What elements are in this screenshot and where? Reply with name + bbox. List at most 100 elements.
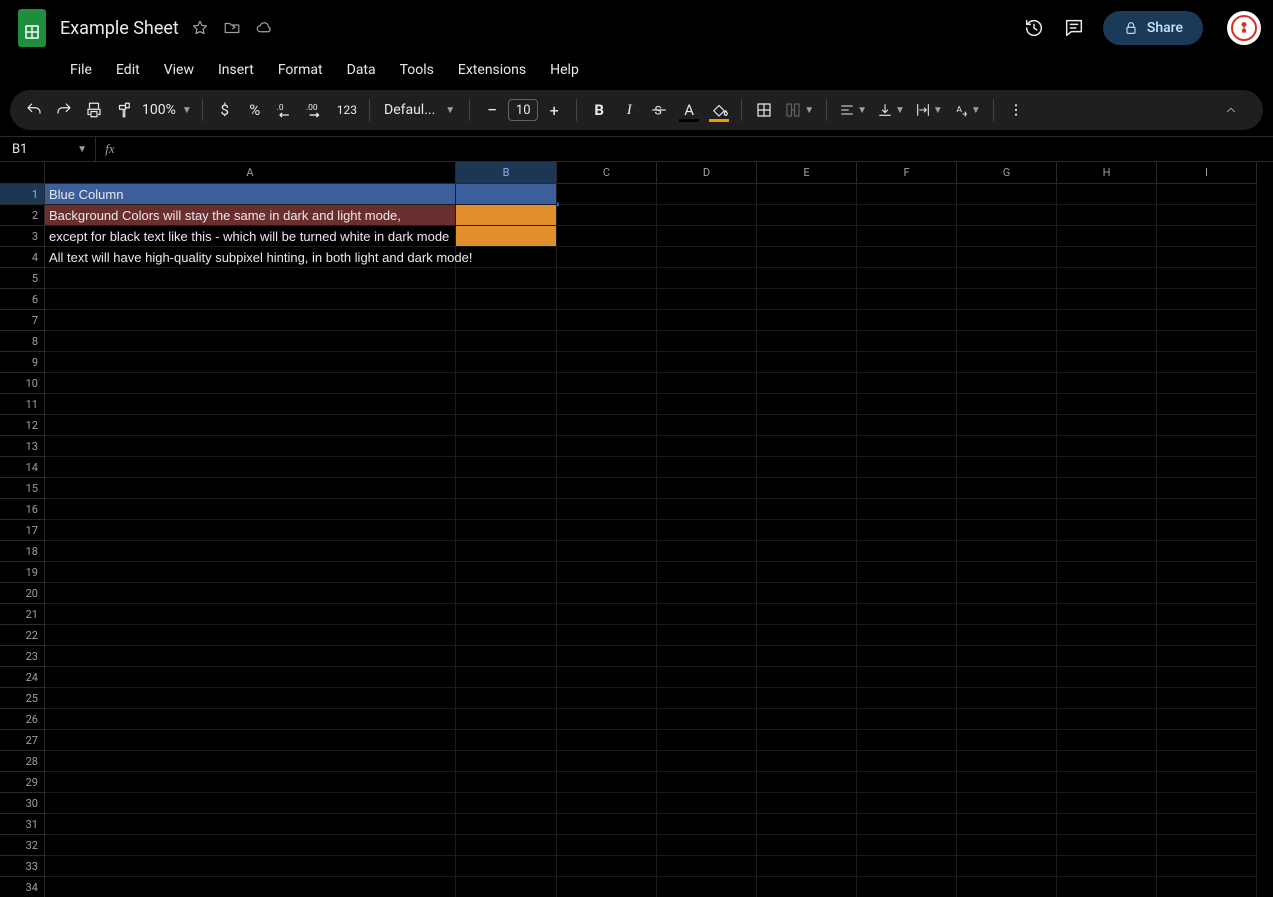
cell-C25[interactable] bbox=[557, 688, 657, 709]
document-title[interactable]: Example Sheet bbox=[60, 18, 179, 39]
share-button[interactable]: Share bbox=[1103, 11, 1203, 45]
cell-H27[interactable] bbox=[1057, 730, 1157, 751]
history-icon[interactable] bbox=[1023, 17, 1045, 39]
cell-H7[interactable] bbox=[1057, 310, 1157, 331]
cell-H30[interactable] bbox=[1057, 793, 1157, 814]
row-header-14[interactable]: 14 bbox=[0, 457, 45, 478]
cell-D6[interactable] bbox=[657, 289, 757, 310]
cell-D32[interactable] bbox=[657, 835, 757, 856]
cell-A18[interactable] bbox=[45, 541, 456, 562]
cell-I20[interactable] bbox=[1157, 583, 1257, 604]
cell-H21[interactable] bbox=[1057, 604, 1157, 625]
cell-B24[interactable] bbox=[456, 667, 557, 688]
menu-view[interactable]: View bbox=[154, 58, 204, 82]
paint-format-button[interactable] bbox=[110, 96, 138, 124]
cell-E8[interactable] bbox=[757, 331, 857, 352]
text-color-button[interactable]: A bbox=[675, 96, 703, 124]
italic-button[interactable]: I bbox=[615, 96, 643, 124]
cell-C5[interactable] bbox=[557, 268, 657, 289]
row-header-15[interactable]: 15 bbox=[0, 478, 45, 499]
cell-F17[interactable] bbox=[857, 520, 957, 541]
cell-H14[interactable] bbox=[1057, 457, 1157, 478]
currency-button[interactable]: $ bbox=[211, 96, 239, 124]
menu-help[interactable]: Help bbox=[540, 58, 589, 82]
row-header-32[interactable]: 32 bbox=[0, 835, 45, 856]
decrease-font-size-button[interactable]: − bbox=[478, 96, 506, 124]
cell-F14[interactable] bbox=[857, 457, 957, 478]
row-header-24[interactable]: 24 bbox=[0, 667, 45, 688]
cell-I32[interactable] bbox=[1157, 835, 1257, 856]
cell-F21[interactable] bbox=[857, 604, 957, 625]
cell-E12[interactable] bbox=[757, 415, 857, 436]
cell-G26[interactable] bbox=[957, 709, 1057, 730]
cell-E32[interactable] bbox=[757, 835, 857, 856]
cell-B29[interactable] bbox=[456, 772, 557, 793]
cell-H17[interactable] bbox=[1057, 520, 1157, 541]
cell-C10[interactable] bbox=[557, 373, 657, 394]
cell-C27[interactable] bbox=[557, 730, 657, 751]
cell-D25[interactable] bbox=[657, 688, 757, 709]
cell-G15[interactable] bbox=[957, 478, 1057, 499]
cell-E34[interactable] bbox=[757, 877, 857, 897]
cell-B2[interactable] bbox=[456, 205, 557, 226]
cell-H24[interactable] bbox=[1057, 667, 1157, 688]
cell-H18[interactable] bbox=[1057, 541, 1157, 562]
cell-G29[interactable] bbox=[957, 772, 1057, 793]
cell-F10[interactable] bbox=[857, 373, 957, 394]
cell-E21[interactable] bbox=[757, 604, 857, 625]
cell-I17[interactable] bbox=[1157, 520, 1257, 541]
cell-D29[interactable] bbox=[657, 772, 757, 793]
cell-B5[interactable] bbox=[456, 268, 557, 289]
row-header-4[interactable]: 4 bbox=[0, 247, 45, 268]
fill-color-button[interactable] bbox=[705, 96, 733, 124]
cell-D7[interactable] bbox=[657, 310, 757, 331]
cell-H5[interactable] bbox=[1057, 268, 1157, 289]
cell-F33[interactable] bbox=[857, 856, 957, 877]
cell-F24[interactable] bbox=[857, 667, 957, 688]
cell-H8[interactable] bbox=[1057, 331, 1157, 352]
cell-E1[interactable] bbox=[757, 184, 857, 205]
cell-A24[interactable] bbox=[45, 667, 456, 688]
cell-A13[interactable] bbox=[45, 436, 456, 457]
cell-B1[interactable] bbox=[456, 184, 557, 205]
cell-B20[interactable] bbox=[456, 583, 557, 604]
cell-I31[interactable] bbox=[1157, 814, 1257, 835]
cell-C2[interactable] bbox=[557, 205, 657, 226]
cell-H11[interactable] bbox=[1057, 394, 1157, 415]
cell-D14[interactable] bbox=[657, 457, 757, 478]
cell-E9[interactable] bbox=[757, 352, 857, 373]
cell-B13[interactable] bbox=[456, 436, 557, 457]
cell-B30[interactable] bbox=[456, 793, 557, 814]
cell-D3[interactable] bbox=[657, 226, 757, 247]
row-header-28[interactable]: 28 bbox=[0, 751, 45, 772]
row-header-31[interactable]: 31 bbox=[0, 814, 45, 835]
cell-B8[interactable] bbox=[456, 331, 557, 352]
cell-A19[interactable] bbox=[45, 562, 456, 583]
cell-G19[interactable] bbox=[957, 562, 1057, 583]
cell-C34[interactable] bbox=[557, 877, 657, 897]
cell-C14[interactable] bbox=[557, 457, 657, 478]
cell-C26[interactable] bbox=[557, 709, 657, 730]
cell-F26[interactable] bbox=[857, 709, 957, 730]
cell-D21[interactable] bbox=[657, 604, 757, 625]
row-header-3[interactable]: 3 bbox=[0, 226, 45, 247]
cell-A26[interactable] bbox=[45, 709, 456, 730]
cell-C30[interactable] bbox=[557, 793, 657, 814]
row-header-21[interactable]: 21 bbox=[0, 604, 45, 625]
cell-G16[interactable] bbox=[957, 499, 1057, 520]
cell-F19[interactable] bbox=[857, 562, 957, 583]
cell-C21[interactable] bbox=[557, 604, 657, 625]
cell-A28[interactable] bbox=[45, 751, 456, 772]
text-rotation-button[interactable]: A▼ bbox=[949, 96, 985, 124]
cell-D12[interactable] bbox=[657, 415, 757, 436]
cell-D31[interactable] bbox=[657, 814, 757, 835]
cell-E16[interactable] bbox=[757, 499, 857, 520]
cell-F13[interactable] bbox=[857, 436, 957, 457]
cell-H15[interactable] bbox=[1057, 478, 1157, 499]
cell-B17[interactable] bbox=[456, 520, 557, 541]
cell-I25[interactable] bbox=[1157, 688, 1257, 709]
cell-F32[interactable] bbox=[857, 835, 957, 856]
row-header-30[interactable]: 30 bbox=[0, 793, 45, 814]
cell-I27[interactable] bbox=[1157, 730, 1257, 751]
row-header-2[interactable]: 2 bbox=[0, 205, 45, 226]
